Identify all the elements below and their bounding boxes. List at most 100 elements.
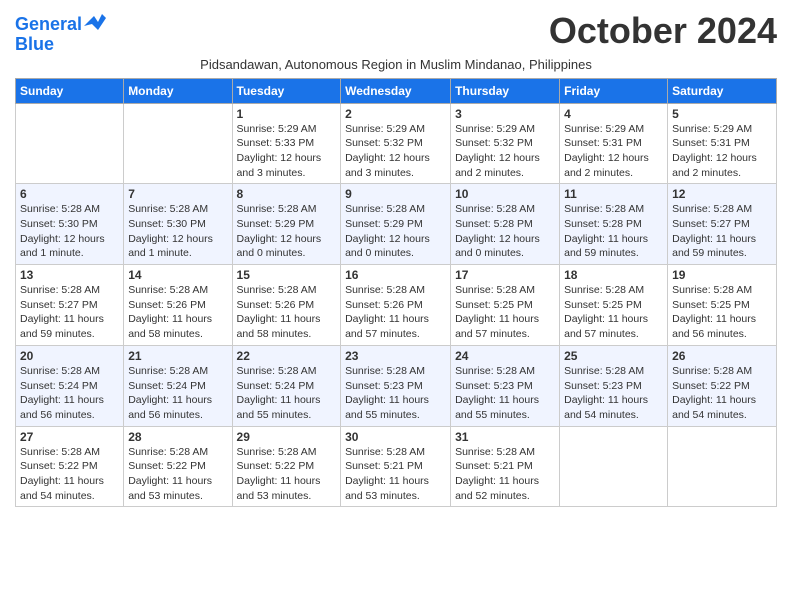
day-info: Sunrise: 5:28 AM Sunset: 5:28 PM Dayligh… bbox=[455, 202, 555, 261]
calendar-header-tuesday: Tuesday bbox=[232, 78, 341, 103]
day-info: Sunrise: 5:28 AM Sunset: 5:22 PM Dayligh… bbox=[237, 445, 337, 504]
day-number: 27 bbox=[20, 430, 119, 444]
calendar-cell: 18Sunrise: 5:28 AM Sunset: 5:25 PM Dayli… bbox=[560, 265, 668, 346]
day-info: Sunrise: 5:29 AM Sunset: 5:32 PM Dayligh… bbox=[455, 122, 555, 181]
day-number: 23 bbox=[345, 349, 446, 363]
day-info: Sunrise: 5:29 AM Sunset: 5:31 PM Dayligh… bbox=[672, 122, 772, 181]
day-info: Sunrise: 5:28 AM Sunset: 5:29 PM Dayligh… bbox=[237, 202, 337, 261]
day-number: 16 bbox=[345, 268, 446, 282]
calendar-week-1: 1Sunrise: 5:29 AM Sunset: 5:33 PM Daylig… bbox=[16, 103, 777, 184]
day-number: 20 bbox=[20, 349, 119, 363]
day-info: Sunrise: 5:28 AM Sunset: 5:24 PM Dayligh… bbox=[20, 364, 119, 423]
calendar-header-wednesday: Wednesday bbox=[341, 78, 451, 103]
calendar-cell: 30Sunrise: 5:28 AM Sunset: 5:21 PM Dayli… bbox=[341, 426, 451, 507]
logo-bird-icon bbox=[84, 12, 106, 30]
day-number: 21 bbox=[128, 349, 227, 363]
calendar-cell bbox=[560, 426, 668, 507]
calendar-header-saturday: Saturday bbox=[668, 78, 777, 103]
day-info: Sunrise: 5:28 AM Sunset: 5:27 PM Dayligh… bbox=[20, 283, 119, 342]
day-info: Sunrise: 5:28 AM Sunset: 5:25 PM Dayligh… bbox=[564, 283, 663, 342]
day-number: 19 bbox=[672, 268, 772, 282]
calendar-cell: 26Sunrise: 5:28 AM Sunset: 5:22 PM Dayli… bbox=[668, 345, 777, 426]
day-info: Sunrise: 5:28 AM Sunset: 5:26 PM Dayligh… bbox=[345, 283, 446, 342]
calendar-cell: 24Sunrise: 5:28 AM Sunset: 5:23 PM Dayli… bbox=[451, 345, 560, 426]
day-info: Sunrise: 5:28 AM Sunset: 5:27 PM Dayligh… bbox=[672, 202, 772, 261]
calendar-week-4: 20Sunrise: 5:28 AM Sunset: 5:24 PM Dayli… bbox=[16, 345, 777, 426]
calendar-header-monday: Monday bbox=[124, 78, 232, 103]
calendar-cell: 25Sunrise: 5:28 AM Sunset: 5:23 PM Dayli… bbox=[560, 345, 668, 426]
calendar-cell: 11Sunrise: 5:28 AM Sunset: 5:28 PM Dayli… bbox=[560, 184, 668, 265]
day-number: 17 bbox=[455, 268, 555, 282]
calendar-cell: 4Sunrise: 5:29 AM Sunset: 5:31 PM Daylig… bbox=[560, 103, 668, 184]
day-number: 13 bbox=[20, 268, 119, 282]
day-info: Sunrise: 5:29 AM Sunset: 5:31 PM Dayligh… bbox=[564, 122, 663, 181]
day-number: 8 bbox=[237, 187, 337, 201]
day-info: Sunrise: 5:28 AM Sunset: 5:24 PM Dayligh… bbox=[237, 364, 337, 423]
calendar-cell: 23Sunrise: 5:28 AM Sunset: 5:23 PM Dayli… bbox=[341, 345, 451, 426]
calendar-cell: 31Sunrise: 5:28 AM Sunset: 5:21 PM Dayli… bbox=[451, 426, 560, 507]
day-info: Sunrise: 5:29 AM Sunset: 5:33 PM Dayligh… bbox=[237, 122, 337, 181]
day-info: Sunrise: 5:28 AM Sunset: 5:22 PM Dayligh… bbox=[20, 445, 119, 504]
day-number: 26 bbox=[672, 349, 772, 363]
day-info: Sunrise: 5:29 AM Sunset: 5:32 PM Dayligh… bbox=[345, 122, 446, 181]
day-number: 12 bbox=[672, 187, 772, 201]
calendar-week-3: 13Sunrise: 5:28 AM Sunset: 5:27 PM Dayli… bbox=[16, 265, 777, 346]
day-info: Sunrise: 5:28 AM Sunset: 5:29 PM Dayligh… bbox=[345, 202, 446, 261]
day-number: 24 bbox=[455, 349, 555, 363]
calendar-cell: 27Sunrise: 5:28 AM Sunset: 5:22 PM Dayli… bbox=[16, 426, 124, 507]
calendar-cell: 13Sunrise: 5:28 AM Sunset: 5:27 PM Dayli… bbox=[16, 265, 124, 346]
day-number: 1 bbox=[237, 107, 337, 121]
day-number: 3 bbox=[455, 107, 555, 121]
day-number: 18 bbox=[564, 268, 663, 282]
calendar-cell bbox=[668, 426, 777, 507]
calendar-table: SundayMondayTuesdayWednesdayThursdayFrid… bbox=[15, 78, 777, 508]
calendar-cell: 19Sunrise: 5:28 AM Sunset: 5:25 PM Dayli… bbox=[668, 265, 777, 346]
day-number: 11 bbox=[564, 187, 663, 201]
subtitle: Pidsandawan, Autonomous Region in Muslim… bbox=[15, 57, 777, 72]
day-number: 10 bbox=[455, 187, 555, 201]
calendar-cell: 7Sunrise: 5:28 AM Sunset: 5:30 PM Daylig… bbox=[124, 184, 232, 265]
calendar-cell: 9Sunrise: 5:28 AM Sunset: 5:29 PM Daylig… bbox=[341, 184, 451, 265]
day-number: 30 bbox=[345, 430, 446, 444]
day-info: Sunrise: 5:28 AM Sunset: 5:24 PM Dayligh… bbox=[128, 364, 227, 423]
calendar-cell: 6Sunrise: 5:28 AM Sunset: 5:30 PM Daylig… bbox=[16, 184, 124, 265]
day-info: Sunrise: 5:28 AM Sunset: 5:22 PM Dayligh… bbox=[128, 445, 227, 504]
calendar-cell: 20Sunrise: 5:28 AM Sunset: 5:24 PM Dayli… bbox=[16, 345, 124, 426]
logo-blue: Blue bbox=[15, 34, 54, 54]
day-info: Sunrise: 5:28 AM Sunset: 5:22 PM Dayligh… bbox=[672, 364, 772, 423]
day-number: 6 bbox=[20, 187, 119, 201]
day-number: 9 bbox=[345, 187, 446, 201]
calendar-cell: 21Sunrise: 5:28 AM Sunset: 5:24 PM Dayli… bbox=[124, 345, 232, 426]
month-title: October 2024 bbox=[549, 10, 777, 52]
day-number: 7 bbox=[128, 187, 227, 201]
day-info: Sunrise: 5:28 AM Sunset: 5:25 PM Dayligh… bbox=[672, 283, 772, 342]
calendar-week-5: 27Sunrise: 5:28 AM Sunset: 5:22 PM Dayli… bbox=[16, 426, 777, 507]
day-info: Sunrise: 5:28 AM Sunset: 5:23 PM Dayligh… bbox=[564, 364, 663, 423]
day-number: 25 bbox=[564, 349, 663, 363]
day-info: Sunrise: 5:28 AM Sunset: 5:30 PM Dayligh… bbox=[20, 202, 119, 261]
calendar-cell: 28Sunrise: 5:28 AM Sunset: 5:22 PM Dayli… bbox=[124, 426, 232, 507]
day-number: 4 bbox=[564, 107, 663, 121]
day-info: Sunrise: 5:28 AM Sunset: 5:21 PM Dayligh… bbox=[345, 445, 446, 504]
calendar-header-friday: Friday bbox=[560, 78, 668, 103]
day-number: 22 bbox=[237, 349, 337, 363]
calendar-cell: 5Sunrise: 5:29 AM Sunset: 5:31 PM Daylig… bbox=[668, 103, 777, 184]
calendar-cell: 2Sunrise: 5:29 AM Sunset: 5:32 PM Daylig… bbox=[341, 103, 451, 184]
day-number: 28 bbox=[128, 430, 227, 444]
calendar-cell bbox=[16, 103, 124, 184]
calendar-cell: 1Sunrise: 5:29 AM Sunset: 5:33 PM Daylig… bbox=[232, 103, 341, 184]
calendar-header-row: SundayMondayTuesdayWednesdayThursdayFrid… bbox=[16, 78, 777, 103]
header: General Blue October 2024 bbox=[15, 10, 777, 55]
calendar-cell: 15Sunrise: 5:28 AM Sunset: 5:26 PM Dayli… bbox=[232, 265, 341, 346]
day-number: 29 bbox=[237, 430, 337, 444]
day-number: 31 bbox=[455, 430, 555, 444]
calendar-cell: 14Sunrise: 5:28 AM Sunset: 5:26 PM Dayli… bbox=[124, 265, 232, 346]
day-info: Sunrise: 5:28 AM Sunset: 5:26 PM Dayligh… bbox=[237, 283, 337, 342]
day-info: Sunrise: 5:28 AM Sunset: 5:23 PM Dayligh… bbox=[455, 364, 555, 423]
day-number: 14 bbox=[128, 268, 227, 282]
day-number: 15 bbox=[237, 268, 337, 282]
calendar-header-sunday: Sunday bbox=[16, 78, 124, 103]
logo-general: General bbox=[15, 14, 82, 34]
calendar-cell: 29Sunrise: 5:28 AM Sunset: 5:22 PM Dayli… bbox=[232, 426, 341, 507]
calendar-cell: 3Sunrise: 5:29 AM Sunset: 5:32 PM Daylig… bbox=[451, 103, 560, 184]
